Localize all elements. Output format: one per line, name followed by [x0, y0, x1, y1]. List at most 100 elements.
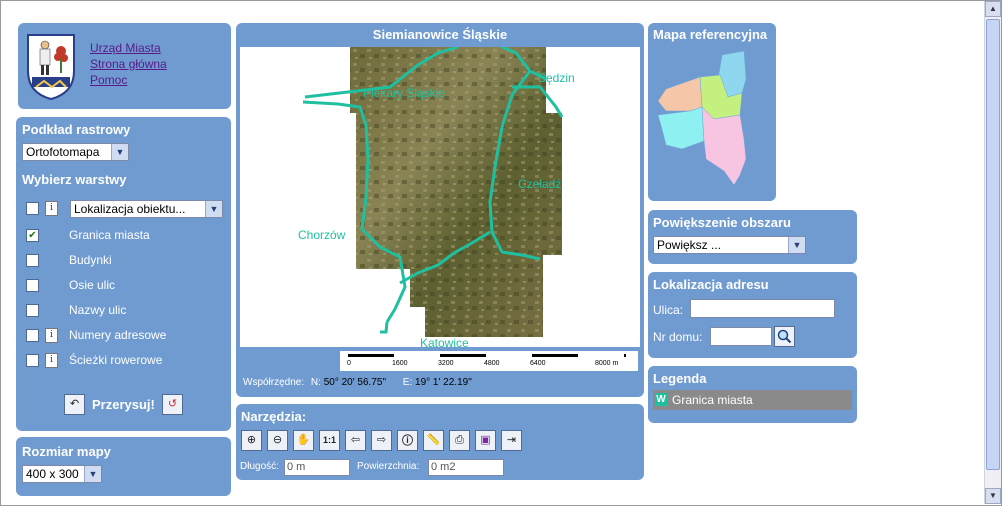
- layer-checkbox-granica[interactable]: ✔: [26, 229, 39, 242]
- header-panel: Urząd Miasta Strona główna Pomoc: [18, 23, 231, 109]
- arrow-right-icon[interactable]: ⇨: [371, 430, 392, 451]
- layer-row-numery: i Numery adresowe: [22, 327, 227, 345]
- info-icon[interactable]: ⓘ: [397, 430, 418, 451]
- scale-tick: 3200: [438, 360, 454, 367]
- link-strona-glowna[interactable]: Strona główna: [90, 56, 167, 72]
- house-number-label: Nr domu:: [653, 330, 703, 344]
- scale-tick: 8000 m: [595, 360, 619, 367]
- length-value: 0 m: [287, 461, 306, 473]
- info-icon[interactable]: i: [45, 328, 58, 343]
- zoom-select-value: Powiększ ...: [657, 238, 722, 252]
- undo-button[interactable]: ↶: [64, 394, 85, 415]
- zoom-in-icon[interactable]: ⊕: [241, 430, 262, 451]
- layer-location-select-value: Lokalizacja obiektu...: [74, 202, 186, 216]
- scale-tick: 6400: [530, 360, 546, 367]
- tools-title: Narzędzia:: [241, 409, 307, 424]
- zoom-select[interactable]: Powiększ ... ▼: [653, 236, 806, 254]
- scale-tick: 1600: [392, 360, 408, 367]
- n-value: 50° 20' 56.75": [323, 377, 386, 388]
- map-size-select[interactable]: 400 x 300 ▼: [22, 465, 102, 483]
- chevron-down-icon: ▼: [788, 237, 805, 253]
- legend-item: W Granica miasta: [653, 390, 852, 410]
- layer-checkbox-sciezki[interactable]: [26, 354, 39, 367]
- raster-select[interactable]: Ortofotomapa ▼: [22, 143, 129, 161]
- legend-item-label: Granica miasta: [672, 393, 753, 407]
- layer-row-nazwy: Nazwy ulic: [22, 302, 227, 320]
- address-title: Lokalizacja adresu: [653, 277, 769, 292]
- search-button[interactable]: [774, 326, 795, 347]
- info-icon[interactable]: i: [45, 353, 58, 368]
- zoom-title: Powiększenie obszaru: [653, 215, 791, 230]
- search-icon: [777, 329, 792, 344]
- layer-row-sciezki: i Ścieżki rowerowe: [22, 352, 227, 370]
- scale-tick: 4800: [484, 360, 500, 367]
- coat-of-arms-logo: [27, 34, 75, 101]
- reset-button[interactable]: ↺: [162, 394, 183, 415]
- street-input[interactable]: [690, 299, 835, 318]
- measure-icon[interactable]: 📏: [423, 430, 444, 451]
- layer-label: Osie ulic: [69, 278, 116, 292]
- arrow-left-icon[interactable]: ⇦: [345, 430, 366, 451]
- map-title: Siemianowice Śląskie: [372, 27, 508, 42]
- layer-label: Granica miasta: [69, 228, 150, 242]
- area-label: Powierzchnia:: [357, 461, 420, 472]
- length-label: Długość:: [240, 461, 279, 472]
- map-size-title: Rozmiar mapy: [22, 444, 111, 459]
- raster-select-value: Ortofotomapa: [26, 145, 100, 159]
- scroll-down-icon[interactable]: ▼: [985, 488, 1001, 504]
- layer-row-granica: ✔ Granica miasta: [22, 227, 227, 245]
- layer-checkbox-nazwy[interactable]: [26, 304, 39, 317]
- layer-checkbox-osie[interactable]: [26, 279, 39, 292]
- map-viewport[interactable]: Piekary Śląskie Będzin Czeladź Chorzów K…: [240, 47, 640, 347]
- coords-label: Współrzędne:: [243, 377, 305, 388]
- coordinates-bar: Współrzędne: N: 50° 20' 56.75" E: 19° 1'…: [243, 377, 472, 388]
- scale-1-1-icon[interactable]: 1:1: [319, 430, 340, 451]
- chevron-down-icon: ▼: [111, 144, 128, 160]
- layer-label: Nazwy ulic: [69, 303, 127, 317]
- area-field[interactable]: 0 m2: [428, 459, 504, 476]
- map-size-select-value: 400 x 300: [26, 467, 79, 481]
- layer-checkbox-budynki[interactable]: [26, 254, 39, 267]
- legend-panel: Legenda W Granica miasta: [648, 366, 857, 423]
- house-number-input[interactable]: [710, 327, 772, 346]
- layer-label: Numery adresowe: [69, 328, 167, 342]
- place-label: Chorzów: [298, 228, 346, 242]
- chevron-down-icon: ▼: [84, 466, 101, 482]
- layer-row-budynki: Budynki: [22, 252, 227, 270]
- legend-icon[interactable]: ▣: [475, 430, 496, 451]
- redraw-button[interactable]: Przerysuj!: [92, 397, 155, 412]
- address-panel: Lokalizacja adresu Ulica: Nr domu:: [648, 272, 857, 358]
- pan-hand-icon[interactable]: ✋: [293, 430, 314, 451]
- layers-title: Wybierz warstwy: [22, 172, 127, 187]
- scale-tick: 0: [347, 360, 351, 367]
- length-field[interactable]: 0 m: [284, 459, 350, 476]
- layer-checkbox-location[interactable]: [26, 202, 39, 215]
- scale-bar-fill: [394, 354, 440, 357]
- layer-label: Ścieżki rowerowe: [69, 353, 163, 367]
- reference-map[interactable]: [654, 49, 764, 191]
- map-panel: Siemianowice Śląskie Piekary Śląskie Będ…: [236, 23, 644, 397]
- layer-label: Budynki: [69, 253, 112, 267]
- zoom-out-icon[interactable]: ⊖: [267, 430, 288, 451]
- area-value: 0 m2: [431, 461, 456, 473]
- link-pomoc[interactable]: Pomoc: [90, 72, 127, 88]
- layer-location-select[interactable]: Lokalizacja obiektu... ▼: [70, 200, 223, 218]
- scroll-up-icon[interactable]: ▲: [985, 1, 1001, 17]
- link-urzad-miasta[interactable]: Urząd Miasta: [90, 40, 161, 56]
- export-icon[interactable]: ⇥: [501, 430, 522, 451]
- raster-title: Podkład rastrowy: [22, 122, 131, 137]
- scale-bar-fill: [578, 354, 624, 357]
- street-label: Ulica:: [653, 303, 684, 317]
- n-label: N:: [310, 377, 321, 388]
- place-label: Będzin: [538, 71, 575, 85]
- print-icon[interactable]: ⎙: [449, 430, 470, 451]
- vertical-scrollbar[interactable]: ▲ ▼: [984, 1, 1001, 504]
- refmap-title: Mapa referencyjna: [653, 27, 768, 42]
- layer-checkbox-numery[interactable]: [26, 329, 39, 342]
- scroll-thumb[interactable]: [986, 19, 1000, 470]
- reference-map-panel: Mapa referencyjna: [648, 23, 776, 201]
- zoom-area-panel: Powiększenie obszaru Powiększ ... ▼: [648, 210, 857, 264]
- scale-bar-fill: [486, 354, 532, 357]
- info-icon[interactable]: i: [45, 201, 58, 216]
- tools-panel: Narzędzia: ⊕ ⊖ ✋ 1:1 ⇦ ⇨ ⓘ 📏 ⎙ ▣ ⇥ Długo…: [236, 404, 644, 480]
